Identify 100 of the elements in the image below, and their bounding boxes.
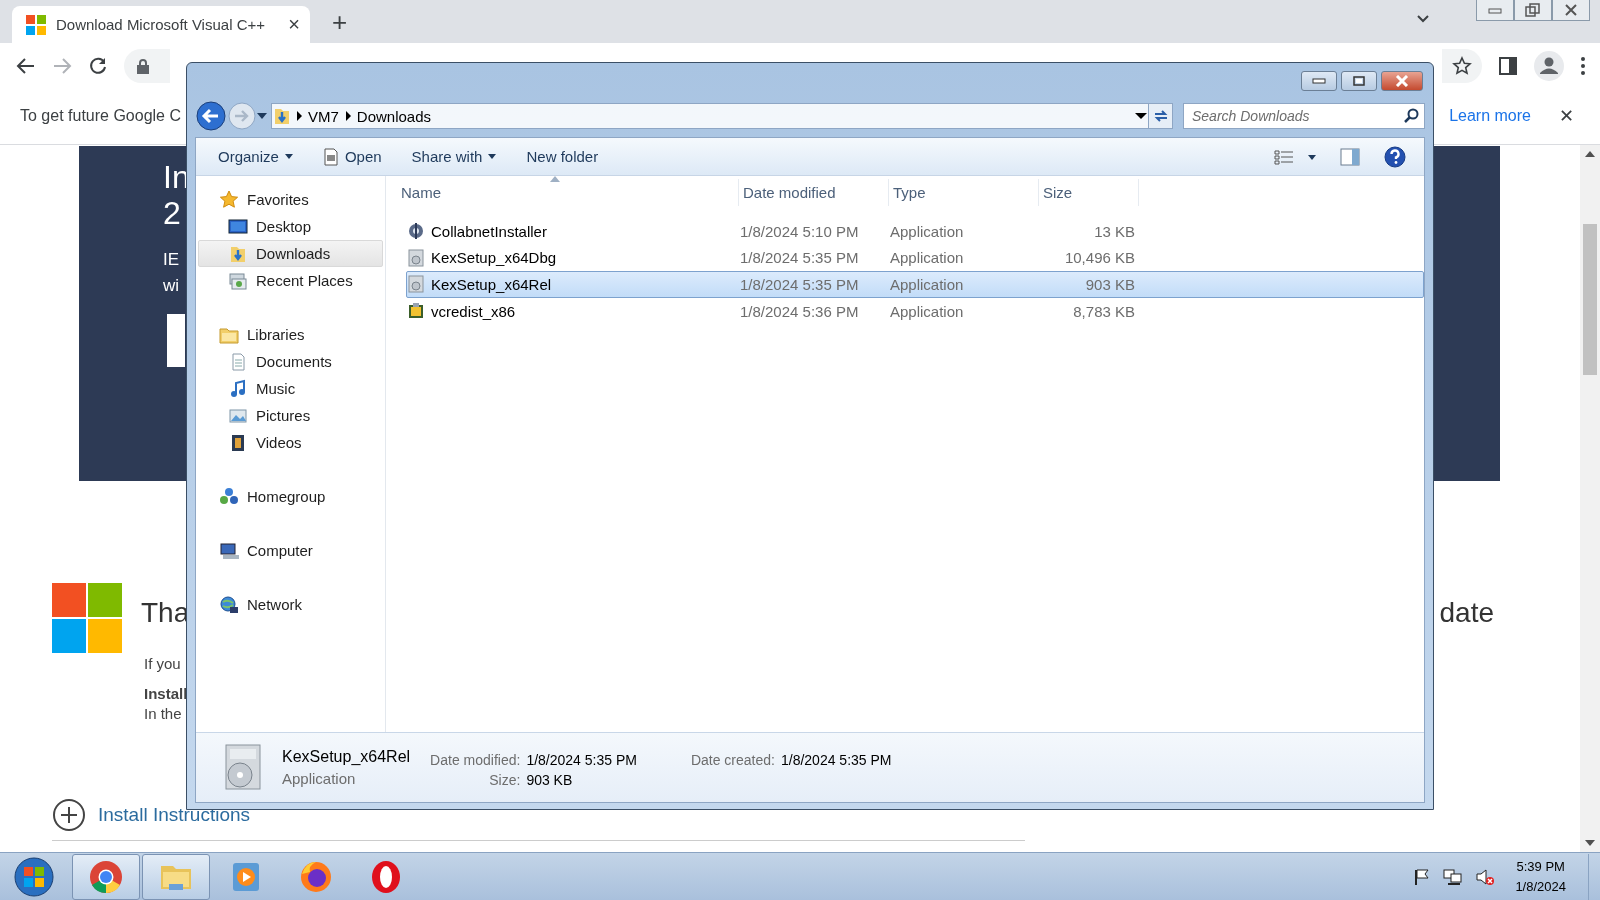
profile-avatar-icon[interactable]	[1534, 50, 1564, 81]
chevron-down-icon[interactable]	[1416, 14, 1430, 24]
file-row[interactable]: vcredist_x86 1/8/2024 5:36 PM Application 8,783 KB	[406, 297, 1424, 325]
nav-item[interactable]: Documents	[198, 348, 383, 375]
scroll-up-icon	[1585, 151, 1595, 157]
toolbar-button[interactable]: Organize	[210, 144, 301, 169]
clock[interactable]: 5:39 PM 1/8/2024	[1515, 856, 1566, 897]
table-cell-text: 903 KB	[1084, 275, 1135, 295]
maximize-button[interactable]	[1341, 71, 1377, 91]
address-field[interactable]: VM7 Downloads	[271, 103, 1149, 129]
scrollbar[interactable]	[1580, 145, 1600, 852]
ring-logo-icon	[369, 859, 403, 894]
installer-icon	[407, 222, 425, 241]
column-header[interactable]: Type	[889, 179, 1039, 206]
install-instructions-link[interactable]: Install Instructions	[98, 804, 251, 826]
nav-item[interactable]: Downloads	[198, 240, 383, 267]
breadcrumb-item[interactable]: VM7	[304, 107, 343, 125]
nav-item[interactable]: Pictures	[198, 402, 383, 429]
scroll-down-icon	[1585, 840, 1595, 846]
infobar-close-button[interactable]: ✕	[1553, 104, 1580, 128]
fox-browser-icon	[299, 859, 333, 894]
table-cell-text: Application	[890, 301, 965, 322]
minimize-icon	[1488, 6, 1502, 14]
address-bar[interactable]	[124, 48, 170, 83]
scrollbar-thumb[interactable]	[1583, 224, 1597, 375]
back-icon[interactable]	[16, 55, 36, 76]
toolbar-button[interactable]: Open	[314, 143, 390, 170]
bookmark-star-button[interactable]	[1442, 48, 1482, 83]
browser-tab[interactable]: Download Microsoft Visual C++ ×	[12, 6, 310, 43]
learn-more-link[interactable]: Learn more	[1449, 107, 1531, 125]
address-dropdown-icon[interactable]	[1134, 112, 1148, 120]
back-icon[interactable]	[195, 100, 227, 132]
property-value: 1/8/2024 5:35 PM	[526, 751, 637, 768]
property-value: 903 KB	[526, 771, 574, 788]
side-panel-icon[interactable]	[1498, 55, 1518, 76]
taskbar-button[interactable]	[72, 853, 140, 900]
windows-orb-icon	[14, 856, 54, 897]
network-icon[interactable]	[1443, 867, 1464, 886]
nav-item[interactable]: Network	[198, 591, 383, 618]
file-name: KexSetup_x64Rel	[282, 748, 411, 766]
search-field[interactable]: Search Downloads	[1183, 103, 1425, 129]
dropdown-arrow-icon	[488, 154, 497, 159]
site-logo-icon	[26, 14, 46, 35]
sort-arrow-icon	[550, 176, 561, 182]
history-dropdown-icon[interactable]	[257, 113, 267, 119]
computer-icon	[219, 540, 239, 561]
star-icon	[219, 189, 239, 210]
star-outline-icon	[1452, 55, 1472, 76]
tab-close-button[interactable]: ×	[288, 13, 300, 36]
chevron-right-icon	[294, 109, 304, 123]
property-label: Date created:	[690, 751, 775, 768]
file-row[interactable]: KexSetup_x64Rel 1/8/2024 5:35 PM Application 903 KB	[406, 271, 1424, 298]
nav-item[interactable]: Desktop	[198, 213, 383, 240]
restore-button[interactable]	[1514, 0, 1552, 21]
dropdown-arrow-icon	[284, 154, 293, 159]
nav-item[interactable]: Computer	[198, 537, 383, 564]
file-name: KexSetup_x64Rel	[431, 276, 552, 293]
volume-muted-icon[interactable]	[1475, 867, 1496, 886]
menu-icon[interactable]	[1580, 55, 1586, 76]
close-icon	[1564, 3, 1578, 17]
nav-item[interactable]: Recent Places	[198, 267, 383, 294]
maximize-icon	[1353, 76, 1365, 86]
file-name: vcredist_x86	[431, 302, 516, 320]
property-label: Size:	[488, 771, 521, 788]
new-tab-button[interactable]: +	[326, 6, 354, 39]
nav-item[interactable]: Homegroup	[198, 483, 383, 510]
paragraph-line: If you	[144, 654, 182, 674]
plus-circle-icon[interactable]	[52, 798, 86, 832]
table-cell-text: 1/8/2024 5:36 PM	[740, 301, 860, 322]
minimize-icon	[1312, 78, 1326, 84]
close-button[interactable]	[1381, 71, 1423, 91]
nav-item[interactable]: Videos	[198, 429, 383, 456]
table-cell-text: Application	[890, 221, 965, 242]
help-icon[interactable]	[1384, 145, 1406, 168]
restore-icon	[1525, 3, 1541, 17]
banner-text-line: wi	[163, 275, 180, 297]
page-heading: date	[1439, 596, 1494, 630]
column-header[interactable]: Date modified	[739, 179, 889, 206]
banner-text-line: IE	[163, 249, 180, 271]
close-button[interactable]	[1552, 0, 1590, 21]
nav-item[interactable]: Music	[198, 375, 383, 402]
column-header[interactable]: Name	[397, 179, 739, 206]
table-cell-text: 1/8/2024 5:35 PM	[740, 275, 860, 295]
file-row[interactable]: CollabnetInstaller 1/8/2024 5:10 PM Application 13 KB	[406, 218, 1424, 245]
refresh-button[interactable]	[1149, 103, 1173, 129]
table-cell-text: 1/8/2024 5:10 PM	[740, 221, 860, 242]
toolbar-button[interactable]: New folder	[518, 144, 607, 169]
reload-icon[interactable]	[88, 55, 108, 76]
view-options-icon[interactable]	[1274, 148, 1316, 165]
network-icon	[219, 594, 239, 615]
flag-icon[interactable]	[1413, 867, 1432, 886]
nav-item[interactable]: Favorites	[198, 186, 383, 213]
taskbar-button[interactable]	[142, 853, 210, 900]
breadcrumb-item[interactable]: Downloads	[352, 107, 436, 125]
minimize-button[interactable]	[1301, 71, 1337, 91]
column-header[interactable]: Size	[1039, 179, 1139, 206]
paragraph-line: Install	[144, 684, 189, 704]
file-row[interactable]: KexSetup_x64Dbg 1/8/2024 5:35 PM Application 10,496 KB	[406, 244, 1424, 272]
nav-item[interactable]: Libraries	[198, 321, 383, 348]
toolbar-button[interactable]: Share with	[403, 144, 505, 169]
